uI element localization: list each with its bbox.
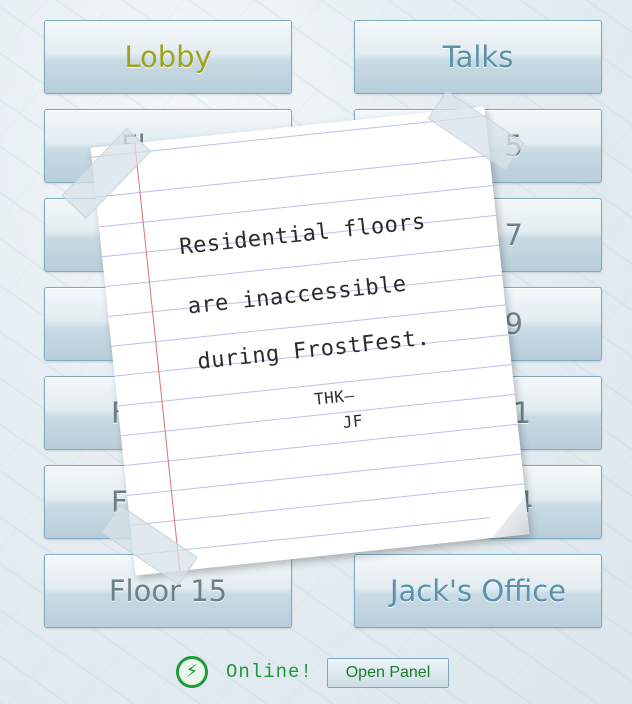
sticky-note: Residential floors are inaccessible duri… bbox=[61, 90, 530, 586]
power-bolt-icon: ⚡ bbox=[176, 656, 208, 688]
jacks-office-button[interactable]: Jack's Office bbox=[354, 554, 602, 628]
note-signature-1: THK— bbox=[313, 385, 356, 409]
status-bar: ⚡ Online! bbox=[176, 654, 313, 690]
open-panel-button[interactable]: Open Panel bbox=[327, 658, 449, 688]
note-line-2: are inaccessible bbox=[186, 271, 408, 320]
talks-button[interactable]: Talks bbox=[354, 20, 602, 94]
note-line-3: during FrostFest. bbox=[196, 325, 432, 375]
online-status: Online! bbox=[226, 661, 313, 683]
note-margin-line bbox=[134, 143, 181, 571]
note-line-1: Residential floors bbox=[178, 209, 427, 261]
lobby-button[interactable]: Lobby bbox=[44, 20, 292, 94]
page-curl bbox=[487, 496, 530, 539]
note-signature-2: JF bbox=[341, 410, 364, 432]
